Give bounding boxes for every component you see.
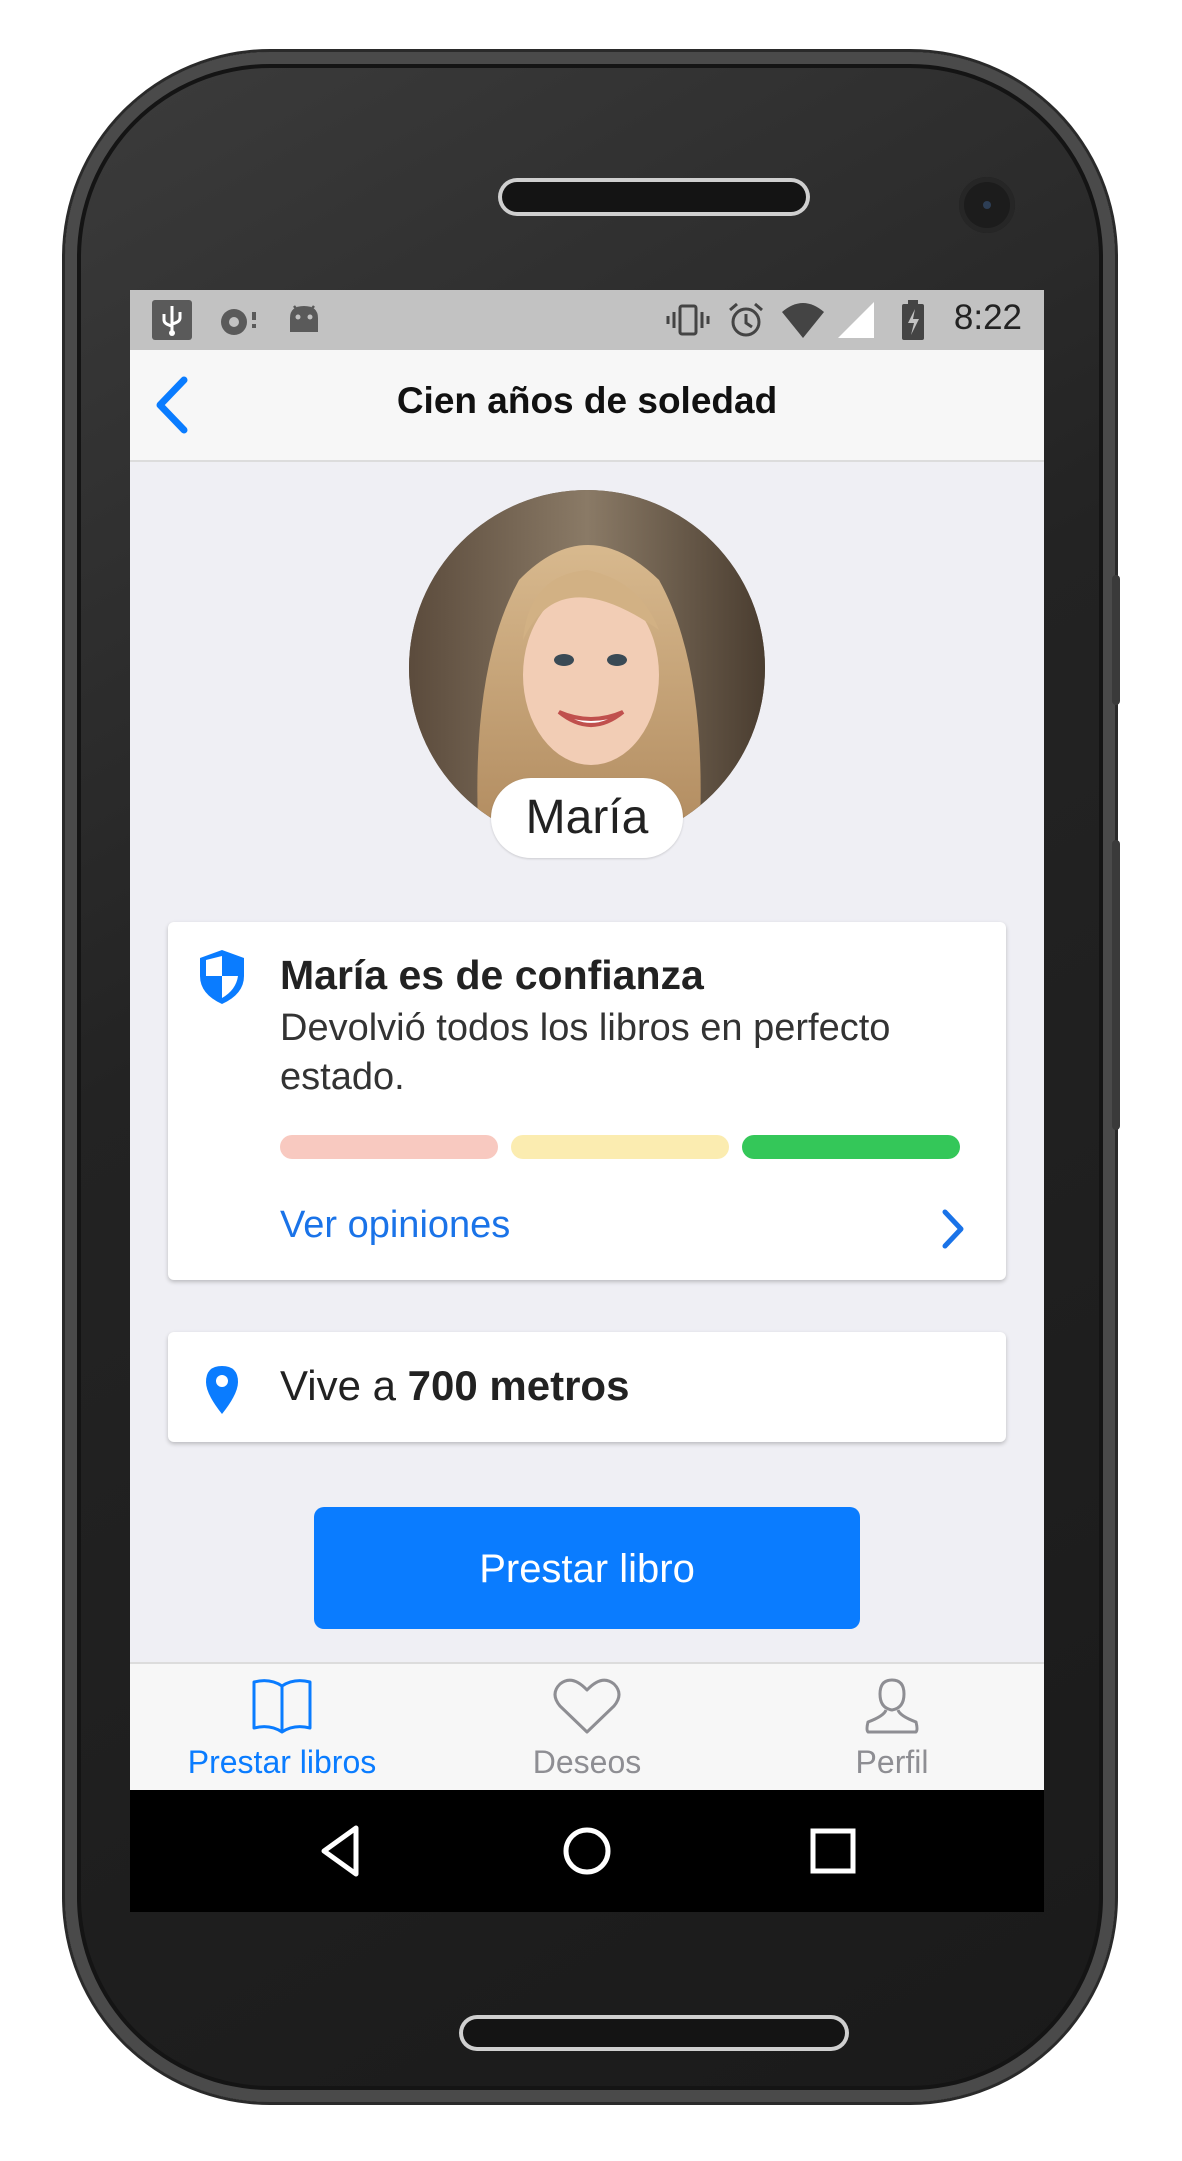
trust-level-medium: [511, 1135, 729, 1159]
system-navigation-bar: [130, 1790, 1044, 1912]
volume-button: [1112, 840, 1120, 1130]
navigation-header: Cien años de soledad: [130, 350, 1044, 462]
tab-prestar-libros[interactable]: Prestar libros: [130, 1664, 434, 1792]
alarm-icon: [729, 302, 763, 337]
tab-label: Prestar libros: [187, 1744, 377, 1780]
book-icon: [252, 1679, 312, 1734]
trust-title: María es de confianza: [280, 952, 704, 998]
phone-screen: 8:22 Cien años de soledad María María es…: [130, 290, 1044, 1912]
power-button: [1112, 575, 1120, 705]
tab-deseos[interactable]: Deseos: [435, 1664, 739, 1792]
back-triangle-icon[interactable]: [310, 1818, 376, 1884]
tab-label: Perfil: [855, 1744, 929, 1780]
signal-icon: [838, 302, 874, 338]
location-card: Vive a 700 metros: [168, 1332, 1006, 1442]
shield-icon: [200, 950, 244, 1004]
trust-card: María es de confianza Devolvió todos los…: [168, 922, 1006, 1280]
recents-square-icon[interactable]: [800, 1818, 866, 1884]
tab-perfil[interactable]: Perfil: [740, 1664, 1044, 1792]
lend-book-button[interactable]: Prestar libro: [314, 1507, 860, 1629]
vibrate-icon: [666, 304, 710, 336]
map-pin-icon: [206, 1366, 238, 1414]
tab-label: Deseos: [532, 1744, 642, 1780]
distance-text: Vive a 700 metros: [280, 1362, 629, 1410]
profile-name: María: [491, 778, 683, 858]
earpiece-speaker: [502, 182, 806, 212]
front-camera: [959, 177, 1015, 233]
heart-icon: [553, 1678, 621, 1734]
android-debug-icon: [290, 305, 318, 332]
battery-charging-icon: [902, 300, 924, 340]
clock-text: 8:22: [953, 298, 1022, 337]
trust-level-low: [280, 1135, 498, 1159]
distance-prefix: Vive a: [280, 1362, 408, 1409]
trust-description: Devolvió todos los libros en perfecto es…: [280, 1007, 891, 1098]
trust-level-high: [742, 1135, 960, 1159]
chevron-right-icon[interactable]: [938, 1207, 968, 1251]
page-title: Cien años de soledad: [396, 380, 778, 421]
distance-value: 700 metros: [407, 1362, 630, 1409]
user-icon: [865, 1678, 919, 1734]
bottom-speaker: [463, 2019, 845, 2047]
see-reviews-link[interactable]: Ver opiniones: [280, 1204, 510, 1247]
wifi-icon: [782, 303, 824, 338]
sync-icon: [221, 309, 256, 335]
tab-bar: Prestar libros Deseos Perfil: [130, 1662, 1044, 1792]
usb-icon: [152, 300, 192, 340]
status-bar: 8:22: [130, 290, 1044, 350]
home-circle-icon[interactable]: [554, 1818, 620, 1884]
